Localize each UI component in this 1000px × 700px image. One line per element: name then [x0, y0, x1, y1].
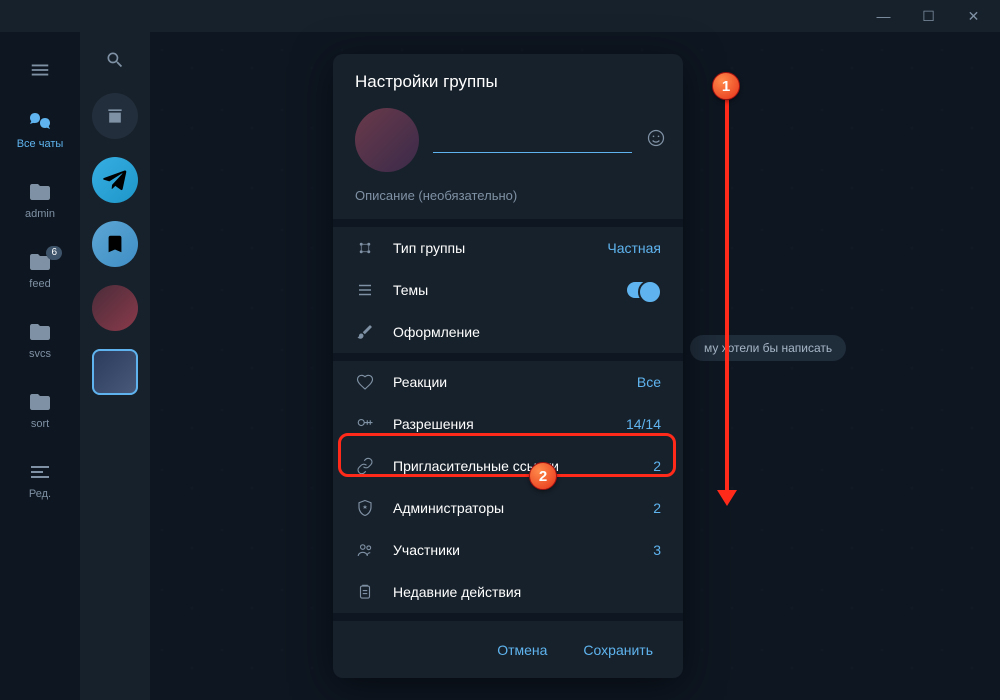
setting-value: 3 [653, 542, 661, 558]
setting-members[interactable]: Участники 3 [333, 529, 683, 571]
link-icon [355, 457, 375, 475]
setting-value: Все [637, 374, 661, 390]
minimize-button[interactable]: — [861, 0, 906, 32]
dialog-title: Настройки группы [333, 54, 683, 102]
emoji-icon[interactable] [646, 128, 666, 153]
setting-label: Реакции [393, 374, 619, 390]
group-description-input[interactable]: Описание (необязательно) [333, 184, 683, 219]
group-type-icon [355, 239, 375, 257]
setting-label: Темы [393, 282, 609, 298]
close-button[interactable]: ✕ [951, 0, 996, 32]
modal-overlay: Настройки группы Описание (необязательно… [0, 32, 1000, 700]
window-titlebar: — ☐ ✕ [0, 0, 1000, 32]
topics-toggle[interactable] [627, 282, 661, 298]
dialog-footer: Отмена Сохранить [333, 622, 683, 678]
shield-star-icon [355, 499, 375, 517]
annotation-badge-2: 2 [529, 462, 557, 490]
brush-icon [355, 323, 375, 341]
key-icon [355, 415, 375, 433]
group-avatar[interactable] [355, 108, 419, 172]
cancel-button[interactable]: Отмена [483, 634, 561, 666]
setting-administrators[interactable]: Администраторы 2 [333, 487, 683, 529]
group-settings-dialog: Настройки группы Описание (необязательно… [333, 54, 683, 678]
users-icon [355, 541, 375, 559]
setting-value: 2 [653, 500, 661, 516]
setting-label: Участники [393, 542, 635, 558]
setting-value: 14/14 [626, 416, 661, 432]
annotation-arrow [717, 100, 737, 506]
setting-invite-links[interactable]: Пригласительные ссылки 2 [333, 445, 683, 487]
setting-label: Разрешения [393, 416, 608, 432]
setting-appearance[interactable]: Оформление [333, 311, 683, 353]
setting-topics[interactable]: Темы [333, 269, 683, 311]
annotation-badge-1: 1 [712, 72, 740, 100]
clipboard-icon [355, 583, 375, 601]
setting-value: 2 [653, 458, 661, 474]
setting-permissions[interactable]: Разрешения 14/14 [333, 403, 683, 445]
maximize-button[interactable]: ☐ [906, 0, 951, 32]
dialog-body[interactable]: Описание (необязательно) Тип группы Част… [333, 102, 683, 622]
setting-label: Тип группы [393, 240, 589, 256]
group-name-input[interactable] [433, 127, 632, 153]
heart-icon [355, 373, 375, 391]
setting-label: Оформление [393, 324, 661, 340]
setting-reactions[interactable]: Реакции Все [333, 361, 683, 403]
save-button[interactable]: Сохранить [569, 634, 667, 666]
topics-icon [355, 281, 375, 299]
setting-value: Частная [607, 240, 661, 256]
setting-label: Администраторы [393, 500, 635, 516]
setting-label: Пригласительные ссылки [393, 458, 635, 474]
setting-label: Недавние действия [393, 584, 661, 600]
setting-recent-actions[interactable]: Недавние действия [333, 571, 683, 613]
setting-delete-group[interactable]: Удалить группу [333, 621, 683, 622]
setting-group-type[interactable]: Тип группы Частная [333, 227, 683, 269]
group-profile-row [333, 102, 683, 184]
